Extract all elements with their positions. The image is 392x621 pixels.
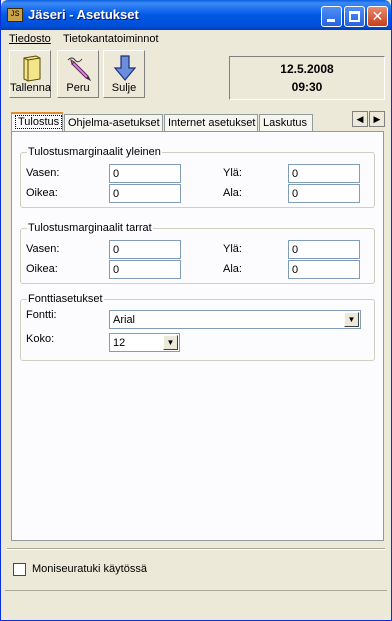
close-button-label: Sulje (111, 82, 137, 94)
cancel-button-label: Peru (66, 82, 90, 94)
chevron-down-icon[interactable]: ▼ (344, 312, 359, 327)
book-icon (23, 55, 41, 82)
font-select-value: Arial (113, 314, 136, 326)
group-margins-general-legend: Tulostusmarginaalit yleinen (27, 146, 162, 158)
save-button[interactable]: Tallenna (9, 50, 51, 98)
save-button-label: Tallenna (10, 82, 51, 94)
general-bottom-input[interactable] (288, 184, 360, 203)
labels-bottom-label: Ala: (223, 263, 242, 275)
title-bar[interactable]: JS Jäseri - Asetukset ✕ (1, 0, 391, 30)
down-arrow-icon (113, 55, 137, 81)
menu-bar: Tiedosto Tietokantatoiminnot (1, 30, 391, 48)
general-right-input[interactable] (109, 184, 181, 203)
datetime-display: 12.5.2008 09:30 (229, 56, 385, 100)
labels-left-label: Vasen: (26, 243, 60, 255)
multi-club-label[interactable]: Moniseuratuki käytössä (32, 563, 147, 575)
labels-left-input[interactable] (109, 240, 181, 259)
size-select[interactable]: 12 ▼ (109, 333, 180, 352)
app-icon[interactable]: JS (7, 8, 23, 22)
separator (7, 548, 385, 550)
tab-internet-asetukset[interactable]: Internet asetukset (164, 114, 258, 132)
chevron-right-icon: ▶ (373, 114, 381, 124)
labels-top-input[interactable] (288, 240, 360, 259)
tab-panel-tulostus: Tulostusmarginaalit yleinen Vasen: Ylä: … (11, 131, 384, 541)
close-button[interactable]: Sulje (103, 50, 145, 98)
minimize-icon (327, 19, 335, 22)
minimize-button[interactable] (321, 6, 342, 27)
group-font-settings: Fonttiasetukset Fontti: Arial ▼ Koko: 12… (20, 293, 375, 361)
labels-right-input[interactable] (109, 260, 181, 279)
group-margins-general: Tulostusmarginaalit yleinen Vasen: Ylä: … (20, 146, 375, 208)
size-select-value: 12 (113, 337, 126, 349)
menu-tiedosto[interactable]: Tiedosto (9, 33, 51, 45)
tab-ohjelma-asetukset[interactable]: Ohjelma-asetukset (64, 114, 163, 132)
tab-tulostus-label: Tulostus (15, 115, 63, 129)
date-text: 12.5.2008 (280, 62, 334, 76)
close-icon: ✕ (371, 8, 384, 24)
labels-top-label: Ylä: (223, 243, 242, 255)
group-font-settings-legend: Fonttiasetukset (27, 293, 104, 305)
general-top-input[interactable] (288, 164, 360, 183)
general-top-label: Ylä: (223, 167, 242, 179)
group-margins-labels-legend: Tulostusmarginaalit tarrat (27, 222, 153, 234)
pencil-icon (67, 57, 92, 82)
general-bottom-label: Ala: (223, 187, 242, 199)
tab-laskutus[interactable]: Laskutus (259, 114, 313, 132)
time-text: 09:30 (291, 80, 323, 94)
group-margins-labels: Tulostusmarginaalit tarrat Vasen: Ylä: O… (20, 222, 375, 284)
font-select[interactable]: Arial ▼ (109, 310, 361, 329)
general-left-input[interactable] (109, 164, 181, 183)
tab-scroll-right[interactable]: ▶ (369, 111, 385, 127)
maximize-button[interactable] (344, 6, 365, 27)
size-label: Koko: (26, 333, 55, 345)
close-window-button[interactable]: ✕ (367, 6, 388, 27)
labels-bottom-input[interactable] (288, 260, 360, 279)
maximize-icon (349, 11, 360, 22)
settings-window: JS Jäseri - Asetukset ✕ Tiedosto Tietoka… (0, 0, 392, 621)
tab-scroll-left[interactable]: ◀ (352, 111, 368, 127)
multi-club-checkbox[interactable] (13, 563, 26, 576)
labels-right-label: Oikea: (26, 263, 58, 275)
status-bar (5, 590, 387, 616)
chevron-down-icon[interactable]: ▼ (163, 335, 178, 350)
window-title: Jäseri - Asetukset (28, 7, 139, 22)
general-right-label: Oikea: (26, 187, 58, 199)
menu-tiedosto-label: Tiedosto (9, 33, 51, 45)
general-left-label: Vasen: (26, 167, 60, 179)
tab-tulostus[interactable]: Tulostus (11, 112, 63, 133)
chevron-left-icon: ◀ (356, 114, 364, 124)
cancel-button[interactable]: Peru (57, 50, 99, 98)
font-label: Fontti: (26, 309, 57, 321)
menu-tietokantatoiminnot[interactable]: Tietokantatoiminnot (63, 33, 159, 45)
